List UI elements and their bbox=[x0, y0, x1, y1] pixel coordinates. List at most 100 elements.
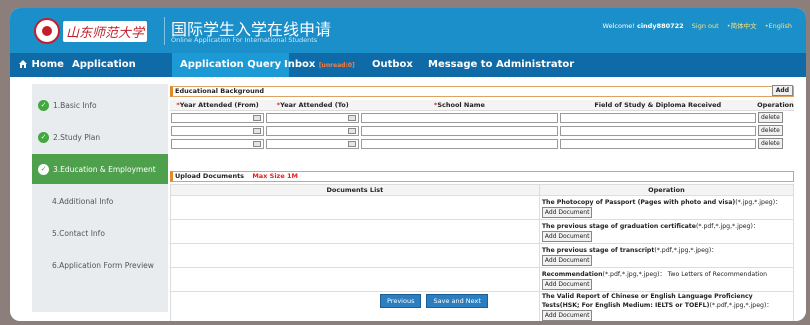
year-from-input[interactable] bbox=[171, 112, 265, 123]
table-row: The Photocopy of Passport (Pages with ph… bbox=[170, 195, 795, 220]
sign-out-link[interactable]: Sign out bbox=[692, 22, 719, 30]
sidebar-item-contact-info[interactable]: 5.Contact Info bbox=[32, 218, 168, 248]
table-row: The previous stage of transcript(*.pdf,*… bbox=[170, 243, 795, 268]
column-header: *Year Attended (To) bbox=[265, 100, 361, 111]
document-upload-cell: Recommendation(*.pdf,*.jpg,*.jpeg)： Two … bbox=[538, 267, 795, 292]
lang-chinese-link[interactable]: •简体中文 bbox=[727, 22, 757, 30]
document-note: Two Letters of Recommendation bbox=[667, 271, 768, 278]
nav-inbox[interactable]: Inbox [unread:0] bbox=[284, 53, 355, 77]
home-icon bbox=[19, 60, 27, 68]
university-logo-text: 山东师范大学 bbox=[63, 20, 148, 42]
field-of-study-input[interactable] bbox=[559, 138, 756, 149]
table-row: The previous stage of graduation certifi… bbox=[170, 219, 795, 244]
sidebar-item-label: 2.Study Plan bbox=[53, 132, 101, 142]
calendar-icon[interactable] bbox=[253, 140, 262, 147]
page-subtitle: Online Application For International Stu… bbox=[171, 36, 318, 44]
column-header: Operation bbox=[538, 184, 795, 196]
main-content: Educational Background Add *Year Attende… bbox=[170, 85, 795, 321]
delete-row-button[interactable]: delete bbox=[757, 138, 783, 149]
nav-application[interactable]: Application bbox=[72, 53, 136, 77]
check-circle-icon: ✓ bbox=[38, 99, 49, 111]
sidebar-item-study-plan[interactable]: ✓ 2.Study Plan bbox=[32, 122, 168, 152]
school-name-input[interactable] bbox=[361, 138, 558, 149]
table-row: delete bbox=[170, 137, 794, 150]
site-header: 山东师范大学 国际学生入学在线申请 Online Application For… bbox=[10, 8, 806, 53]
previous-button[interactable]: Previous bbox=[380, 294, 422, 308]
university-seal-icon bbox=[34, 18, 60, 44]
document-name: The previous stage of graduation certifi… bbox=[541, 223, 696, 230]
add-document-button[interactable]: Add Document bbox=[541, 231, 593, 242]
document-formats: (*.pdf,*.jpg,*.jpeg)： bbox=[654, 247, 718, 254]
education-section-header: Educational Background Add bbox=[170, 85, 794, 97]
calendar-icon[interactable] bbox=[348, 140, 357, 147]
unread-badge: [unread:0] bbox=[318, 62, 355, 69]
save-and-next-button[interactable]: Save and Next bbox=[426, 294, 488, 308]
year-to-input[interactable] bbox=[266, 112, 360, 123]
year-to-input[interactable] bbox=[266, 138, 360, 149]
step-sidebar: ✓ 1.Basic Info ✓ 2.Study Plan ✓ 3.Educat… bbox=[32, 84, 168, 312]
delete-row-button[interactable]: delete bbox=[757, 125, 783, 136]
document-formats: (*.pdf,*.jpg,*.jpeg)： bbox=[709, 302, 773, 309]
field-of-study-input[interactable] bbox=[559, 112, 756, 123]
nav-home[interactable]: Home bbox=[18, 53, 64, 77]
document-upload-cell: The Photocopy of Passport (Pages with ph… bbox=[538, 195, 795, 220]
document-upload-cell: The Valid Report of Chinese or English L… bbox=[538, 291, 795, 321]
column-header: *School Name bbox=[360, 100, 559, 111]
welcome-text: Welcome! bbox=[602, 22, 635, 30]
school-name-input[interactable] bbox=[361, 112, 558, 123]
add-document-button[interactable]: Add Document bbox=[541, 207, 593, 218]
calendar-icon[interactable] bbox=[253, 127, 262, 134]
document-name: The previous stage of transcript bbox=[541, 247, 655, 254]
calendar-icon[interactable] bbox=[253, 114, 262, 121]
document-list-cell bbox=[170, 195, 540, 220]
documents-section-header: Upload Documents Max Size 1M bbox=[170, 171, 794, 182]
column-header: Documents List bbox=[170, 184, 540, 196]
table-row: delete bbox=[170, 124, 794, 137]
university-logo: 山东师范大学 bbox=[34, 17, 148, 45]
add-document-button[interactable]: Add Document bbox=[541, 279, 593, 290]
delete-row-button[interactable]: delete bbox=[757, 112, 783, 123]
field-of-study-input[interactable] bbox=[559, 125, 756, 136]
calendar-icon[interactable] bbox=[348, 114, 357, 121]
year-from-input[interactable] bbox=[171, 138, 265, 149]
document-formats: (*.pdf,*.jpg,*.jpeg)： bbox=[695, 223, 760, 230]
sidebar-item-label: 1.Basic Info bbox=[53, 100, 97, 110]
school-name-input[interactable] bbox=[361, 125, 558, 136]
table-row: Recommendation(*.pdf,*.jpg,*.jpeg)： Two … bbox=[170, 267, 795, 292]
document-name: Recommendation bbox=[541, 271, 603, 278]
document-list-cell bbox=[170, 267, 540, 292]
document-upload-cell: The previous stage of graduation certifi… bbox=[538, 219, 795, 244]
sidebar-item-form-preview[interactable]: 6.Application Form Preview bbox=[32, 250, 168, 280]
document-upload-cell: The previous stage of transcript(*.pdf,*… bbox=[538, 243, 795, 268]
column-header: Field of Study & Diploma Received bbox=[558, 100, 757, 111]
column-header: Operation bbox=[756, 100, 794, 111]
add-document-button[interactable]: Add Document bbox=[541, 255, 593, 266]
sidebar-item-education[interactable]: ✓ 3.Education & Employment bbox=[32, 154, 168, 184]
document-list-cell bbox=[170, 219, 540, 244]
nav-home-label: Home bbox=[31, 59, 64, 70]
document-formats: (*.pdf,*.jpg,*.jpeg)： bbox=[602, 271, 666, 278]
lang-english-link[interactable]: •English bbox=[765, 22, 792, 30]
application-window: 山东师范大学 国际学生入学在线申请 Online Application For… bbox=[10, 8, 806, 321]
check-circle-icon: ✓ bbox=[38, 163, 49, 175]
nav-application-query[interactable]: Application Query bbox=[172, 53, 290, 77]
document-name: The Photocopy of Passport (Pages with ph… bbox=[541, 199, 736, 206]
sidebar-item-label: 3.Education & Employment bbox=[53, 164, 156, 174]
add-education-button[interactable]: Add bbox=[771, 85, 793, 96]
year-to-input[interactable] bbox=[266, 125, 360, 136]
calendar-icon[interactable] bbox=[348, 127, 357, 134]
username: cindy880722 bbox=[636, 22, 684, 30]
document-formats: (*.jpg,*.jpeg)： bbox=[735, 199, 782, 206]
education-section-title: Educational Background bbox=[175, 87, 265, 95]
education-table: *Year Attended (From) *Year Attended (To… bbox=[170, 100, 794, 150]
nav-outbox[interactable]: Outbox bbox=[372, 53, 413, 77]
add-document-button[interactable]: Add Document bbox=[541, 310, 593, 321]
nav-message-admin[interactable]: Message to Administrator bbox=[428, 53, 574, 77]
education-header-row: *Year Attended (From) *Year Attended (To… bbox=[170, 100, 794, 111]
sidebar-item-basic-info[interactable]: ✓ 1.Basic Info bbox=[32, 90, 168, 120]
nav-inbox-label: Inbox bbox=[284, 59, 316, 70]
year-from-input[interactable] bbox=[171, 125, 265, 136]
user-welcome: Welcome! cindy880722 Sign out •简体中文 •Eng… bbox=[603, 20, 792, 30]
table-row: delete bbox=[170, 111, 794, 125]
sidebar-item-additional-info[interactable]: 4.Additional Info bbox=[32, 186, 168, 216]
